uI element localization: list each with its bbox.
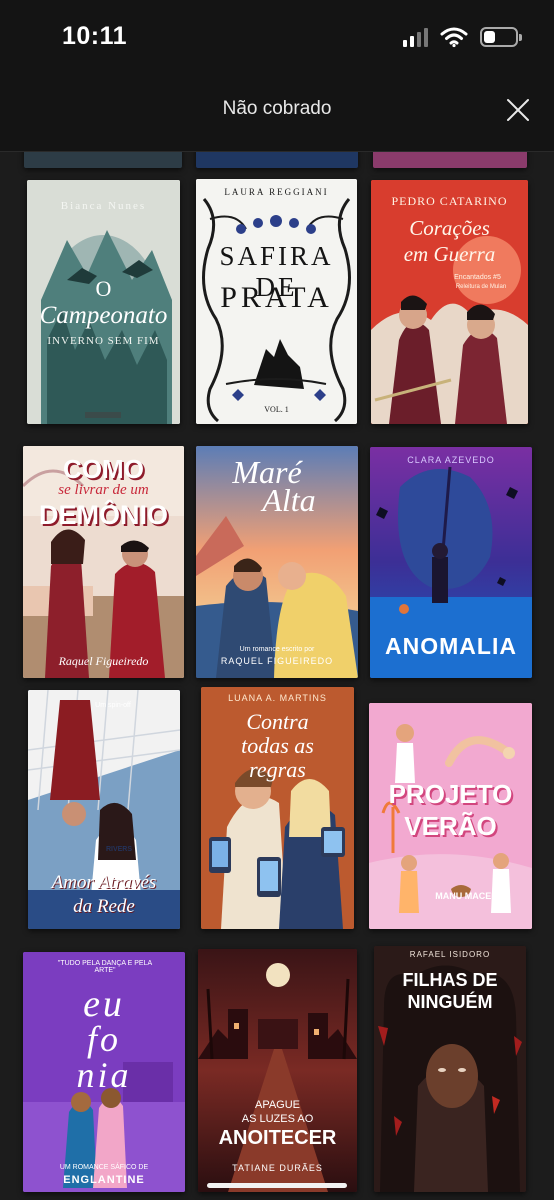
book-author: Manu Macedo — [435, 891, 505, 901]
book-cover[interactable]: Apague as luzes ao Anoitecer Tatiane Dur… — [198, 949, 357, 1192]
book-title-line2: Alta — [262, 482, 316, 518]
book-title-line3: Demônio — [38, 500, 168, 530]
book-title-line1: Apague — [254, 1099, 301, 1111]
book-title-line1: Contra — [246, 709, 309, 734]
book-author: Pedro Catarino — [391, 194, 508, 208]
book-cover[interactable]: Clara Azevedo Anomalia — [370, 447, 532, 678]
book-author: Luana A. Martins — [228, 693, 327, 703]
book-cover-partial[interactable] — [196, 152, 358, 168]
book-title-line1: Amor Através — [51, 872, 157, 893]
book-title-line3: Anoitecer — [218, 1127, 337, 1149]
book-tagline: Um romance sáfico de — [59, 1164, 149, 1171]
book-grid: Bianca Nunes O Campeonato Inverno sem fi… — [0, 152, 554, 1200]
book-volume: Vol. 1 — [264, 405, 289, 414]
book-cover[interactable]: Rafael Isidoro Filhas de Ninguém — [374, 946, 526, 1192]
cover-art — [198, 949, 357, 1192]
book-cover-partial[interactable] — [24, 152, 182, 168]
book-title-line2: Ninguém — [407, 992, 493, 1012]
wifi-icon — [440, 27, 468, 48]
book-cover[interactable]: Luana A. Martins Contra todas as regras — [201, 687, 354, 929]
book-jersey: RIVERS — [105, 846, 133, 853]
book-author: Laura Reggiani — [224, 187, 329, 197]
cellular-signal-icon — [403, 27, 428, 47]
book-cover[interactable]: Projeto Verão Manu Macedo — [369, 703, 532, 929]
book-title: Anomalia — [385, 633, 517, 659]
status-bar: 10:11 — [0, 0, 554, 72]
book-tagline: Um spin-off — [95, 702, 131, 709]
book-title-line3: nia — [76, 1055, 132, 1095]
book-title-line2: em Guerra — [403, 242, 496, 266]
book-title-line1: Corações — [409, 216, 490, 240]
book-title-line2: se livrar de um — [58, 482, 149, 498]
close-icon[interactable] — [504, 96, 532, 124]
book-author: Raquel Figueiredo — [220, 656, 334, 666]
book-title-line3: regras — [249, 757, 306, 782]
battery-level — [484, 31, 495, 43]
book-cover-partial[interactable] — [373, 152, 527, 168]
book-cover[interactable]: Laura Reggiani Safira de Prata Vol. 1 — [196, 179, 357, 424]
status-icons — [403, 24, 522, 50]
book-title-line2: as luzes ao — [241, 1113, 314, 1125]
status-time: 10:11 — [62, 22, 128, 50]
book-title-line1: Projeto — [388, 779, 513, 809]
nav-bar: Não cobrado — [0, 72, 554, 152]
book-title-line2: todas as — [241, 733, 314, 758]
book-author: Clara Azevedo — [407, 455, 495, 465]
book-title-line1: Como — [63, 454, 144, 484]
book-cover[interactable]: Bianca Nunes O Campeonato Inverno sem fi… — [27, 180, 180, 424]
book-title-line1: Filhas de — [402, 970, 498, 990]
book-title-line2: da Rede — [73, 896, 135, 917]
book-series: Encantados #5 — [454, 274, 501, 281]
page-title: Não cobrado — [222, 98, 332, 119]
book-author: Bianca Nunes — [60, 200, 147, 212]
book-cover[interactable]: Maré Alta Um romance escrito por Raquel … — [196, 446, 358, 678]
book-subtitle: Inverno sem fim — [47, 335, 160, 347]
book-title-line2: Prata — [220, 281, 333, 314]
book-title: Campeonato — [39, 302, 168, 329]
book-cover[interactable]: "Tudo pela dança e pela arte" eu fo nia … — [23, 952, 185, 1192]
book-title-prefix: O — [95, 276, 112, 301]
book-author: Rafael Isidoro — [409, 950, 491, 959]
battery-icon — [480, 27, 522, 47]
book-tagline: Um romance escrito por — [239, 646, 315, 653]
book-note: Releitura de Mulan — [455, 284, 507, 290]
home-indicator[interactable] — [207, 1183, 347, 1188]
book-quote: "Tudo pela dança e pela arte" — [57, 960, 153, 974]
book-author: Raquel Figueiredo — [58, 654, 149, 668]
book-title-line2: Verão — [404, 811, 497, 841]
book-cover[interactable]: Um spin-off RIVERS Amor Através da Rede — [28, 690, 180, 929]
book-cover[interactable]: Pedro Catarino Corações em Guerra Encant… — [371, 180, 528, 424]
book-cover[interactable]: Como se livrar de um Demônio Raquel Figu… — [23, 446, 184, 678]
book-author: Englantine — [63, 1174, 145, 1186]
book-author: Tatiane Durães — [232, 1163, 323, 1173]
